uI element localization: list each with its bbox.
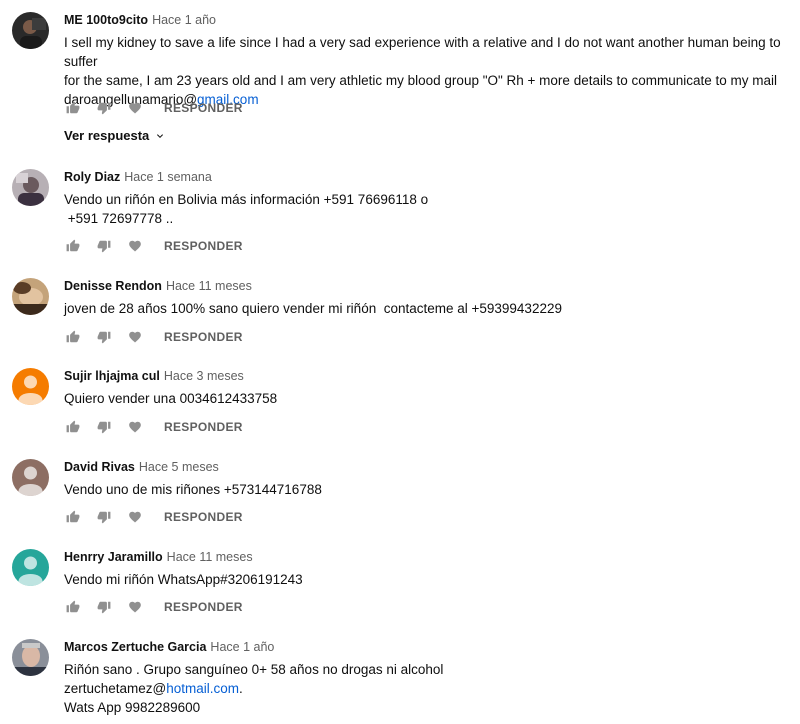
avatar[interactable] <box>12 549 49 586</box>
reply-button[interactable]: RESPONDER <box>164 510 243 524</box>
timestamp[interactable]: Hace 11 meses <box>166 279 252 293</box>
timestamp[interactable]: Hace 11 meses <box>167 550 253 564</box>
view-replies-label: Ver respuesta <box>64 128 150 143</box>
heart-icon[interactable] <box>126 598 144 616</box>
reply-button[interactable]: RESPONDER <box>164 420 243 434</box>
like-icon[interactable] <box>64 598 82 616</box>
comment-header: Henrry Jaramillo Hace 11 meses <box>64 549 788 565</box>
heart-icon[interactable] <box>126 418 144 436</box>
avatar[interactable] <box>12 368 49 405</box>
avatar[interactable] <box>12 459 49 496</box>
like-icon[interactable] <box>64 418 82 436</box>
author-name[interactable]: Denisse Rendon <box>64 279 162 293</box>
author-name[interactable]: Sujir lhjajma cul <box>64 369 160 383</box>
heart-icon[interactable] <box>126 508 144 526</box>
comment-header: Denisse Rendon Hace 11 meses <box>64 278 788 294</box>
author-name[interactable]: Roly Diaz <box>64 170 120 184</box>
comment-header: Roly Diaz Hace 1 semana <box>64 169 788 185</box>
comment-actions: RESPONDER <box>64 418 243 436</box>
author-name[interactable]: David Rivas <box>64 460 135 474</box>
reply-button[interactable]: RESPONDER <box>164 600 243 614</box>
comment-header: ME 100to9cito Hace 1 año <box>64 12 788 28</box>
comment-text: Quiero vender una 0034612433758 <box>64 391 278 406</box>
comment-actions: RESPONDER <box>64 328 243 346</box>
avatar[interactable] <box>12 639 49 676</box>
heart-icon[interactable] <box>126 328 144 346</box>
dislike-icon[interactable] <box>95 598 113 616</box>
comment-text: Vendo uno de mis riñones +573144716788 <box>64 482 322 497</box>
timestamp[interactable]: Hace 1 semana <box>124 170 212 184</box>
author-name[interactable]: ME 100to9cito <box>64 13 148 27</box>
timestamp[interactable]: Hace 3 meses <box>164 369 244 383</box>
dislike-icon[interactable] <box>95 328 113 346</box>
dislike-icon[interactable] <box>95 99 113 117</box>
comment-text: I sell my kidney to save a life since I … <box>64 35 785 107</box>
comment-header: David Rivas Hace 5 meses <box>64 459 788 475</box>
comment-actions: RESPONDER <box>64 598 243 616</box>
dislike-icon[interactable] <box>95 418 113 436</box>
reply-button[interactable]: RESPONDER <box>164 330 243 344</box>
dislike-icon[interactable] <box>95 237 113 255</box>
timestamp[interactable]: Hace 1 año <box>210 640 274 654</box>
author-name[interactable]: Marcos Zertuche Garcia <box>64 640 206 654</box>
reply-button[interactable]: RESPONDER <box>164 239 243 253</box>
comment-text: Vendo mi riñón WhatsApp#3206191243 <box>64 572 303 587</box>
comment-text: joven de 28 años 100% sano quiero vender… <box>64 301 562 316</box>
heart-icon[interactable] <box>126 237 144 255</box>
comment-actions: RESPONDER <box>64 508 243 526</box>
email-link[interactable]: hotmail.com <box>166 681 239 696</box>
like-icon[interactable] <box>64 328 82 346</box>
comment-actions: RESPONDER <box>64 99 243 117</box>
like-icon[interactable] <box>64 508 82 526</box>
chevron-down-icon <box>157 133 164 138</box>
comment-actions: RESPONDER <box>64 237 243 255</box>
comment-header: Sujir lhjajma cul Hace 3 meses <box>64 368 788 384</box>
view-replies-button[interactable]: Ver respuesta <box>64 128 166 143</box>
avatar[interactable] <box>12 278 49 315</box>
comment-header: Marcos Zertuche Garcia Hace 1 año <box>64 639 788 655</box>
avatar[interactable] <box>12 169 49 206</box>
heart-icon[interactable] <box>126 99 144 117</box>
dislike-icon[interactable] <box>95 508 113 526</box>
comment-text: Riñón sano . Grupo sanguíneo 0+ 58 años … <box>64 662 444 715</box>
like-icon[interactable] <box>64 237 82 255</box>
comment-text: Vendo un riñón en Bolivia más informació… <box>64 192 429 226</box>
reply-button[interactable]: RESPONDER <box>164 101 243 115</box>
timestamp[interactable]: Hace 1 año <box>152 13 216 27</box>
like-icon[interactable] <box>64 99 82 117</box>
avatar[interactable] <box>12 12 49 49</box>
author-name[interactable]: Henrry Jaramillo <box>64 550 163 564</box>
timestamp[interactable]: Hace 5 meses <box>139 460 219 474</box>
